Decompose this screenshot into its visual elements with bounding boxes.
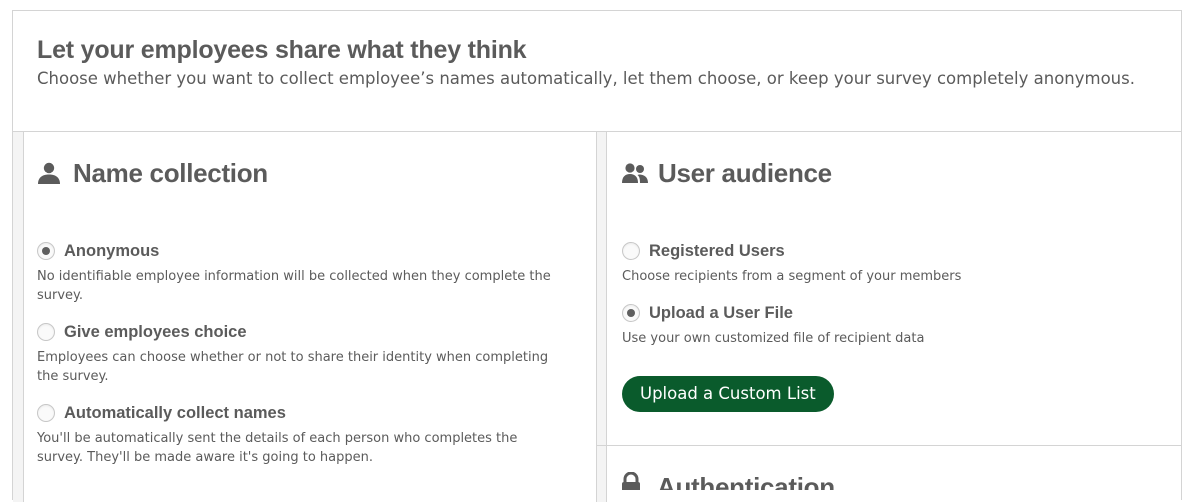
- option-anonymous[interactable]: Anonymous No identifiable employee infor…: [37, 240, 587, 305]
- upload-user-file-radio[interactable]: [622, 304, 640, 322]
- give-choice-label[interactable]: Give employees choice: [64, 323, 247, 342]
- name-collection-title: Name collection: [73, 157, 268, 188]
- registered-users-label[interactable]: Registered Users: [649, 242, 785, 261]
- auto-collect-label[interactable]: Automatically collect names: [64, 404, 286, 423]
- column-divider: [596, 132, 607, 502]
- user-audience-heading: User audience: [622, 158, 1182, 188]
- option-registered-users[interactable]: Registered Users Choose recipients from …: [622, 240, 1182, 286]
- anonymous-label[interactable]: Anonymous: [64, 242, 159, 261]
- name-collection-panel: Name collection Anonymous No identifiabl…: [37, 132, 587, 467]
- name-collection-heading: Name collection: [37, 158, 587, 188]
- registered-users-radio[interactable]: [622, 242, 640, 260]
- upload-custom-list-button[interactable]: Upload a Custom List: [622, 376, 834, 412]
- auto-collect-description: You'll be automatically sent the details…: [37, 431, 518, 465]
- section-separator: [596, 445, 1182, 446]
- anonymous-radio[interactable]: [37, 242, 55, 260]
- upload-user-file-description: Use your own customized file of recipien…: [622, 331, 925, 346]
- page-description: Choose whether you want to collect emplo…: [37, 69, 1135, 88]
- users-icon: [622, 161, 648, 185]
- authentication-title: Authentication: [657, 472, 835, 490]
- option-auto-collect[interactable]: Automatically collect names You'll be au…: [37, 402, 587, 467]
- option-upload-user-file[interactable]: Upload a User File Use your own customiz…: [622, 302, 1182, 348]
- auto-collect-radio[interactable]: [37, 404, 55, 422]
- lock-icon: [621, 472, 647, 490]
- card-header: Let your employees share what they think…: [13, 11, 1181, 132]
- user-icon: [37, 161, 63, 185]
- user-audience-title: User audience: [658, 157, 832, 188]
- authentication-heading: Authentication: [621, 472, 835, 490]
- upload-user-file-label[interactable]: Upload a User File: [649, 304, 793, 323]
- left-gutter: [13, 132, 24, 502]
- option-give-choice[interactable]: Give employees choice Employees can choo…: [37, 321, 587, 386]
- user-audience-panel: User audience Registered Users Choose re…: [622, 132, 1182, 412]
- anonymous-description: No identifiable employee information wil…: [37, 269, 551, 303]
- page-title: Let your employees share what they think: [37, 36, 527, 64]
- give-choice-description: Employees can choose whether or not to s…: [37, 350, 549, 384]
- give-choice-radio[interactable]: [37, 323, 55, 341]
- registered-users-description: Choose recipients from a segment of your…: [622, 269, 962, 284]
